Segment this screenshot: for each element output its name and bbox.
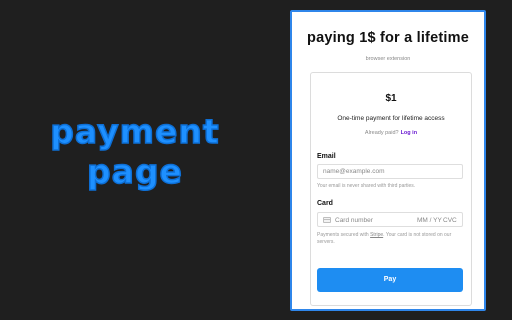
card-cvc-placeholder[interactable]: CVC	[443, 217, 457, 224]
card-label: Card	[317, 200, 333, 207]
card-number-placeholder[interactable]: Card number	[335, 217, 373, 224]
stripe-note-prefix: Payments secured with	[317, 232, 369, 238]
card-expiry-placeholder[interactable]: MM / YY	[417, 217, 442, 224]
popup-subtitle: browser extension	[365, 56, 411, 62]
email-label: Email	[317, 153, 336, 160]
stripe-link[interactable]: Stripe	[370, 232, 383, 238]
stripe-note: Payments secured with Stripe. Your card …	[317, 232, 467, 246]
popup-title: paying 1$ for a lifetime	[307, 30, 469, 46]
price-description: One-time payment for lifetime access	[337, 115, 445, 122]
promo-line-2: page	[86, 151, 183, 192]
email-field-wrapper	[317, 164, 463, 179]
checkout-card: $1 One-time payment for lifetime access …	[310, 72, 472, 306]
price-label: $1	[385, 93, 397, 104]
email-field[interactable]	[323, 168, 457, 175]
promo-heading: payment page	[40, 111, 230, 192]
already-paid-text: Already paid?	[364, 130, 399, 136]
pay-button[interactable]: Pay	[317, 268, 463, 292]
promo-line-1: payment	[50, 111, 220, 152]
credit-card-icon	[323, 217, 331, 223]
email-hint: Your email is never shared with third pa…	[317, 183, 416, 189]
card-input[interactable]: Card number MM / YY CVC	[317, 212, 463, 227]
login-link[interactable]: Log in	[401, 130, 418, 136]
extension-popup: paying 1$ for a lifetime browser extensi…	[290, 10, 486, 311]
already-paid-line: Already paid? Log in	[311, 130, 471, 136]
